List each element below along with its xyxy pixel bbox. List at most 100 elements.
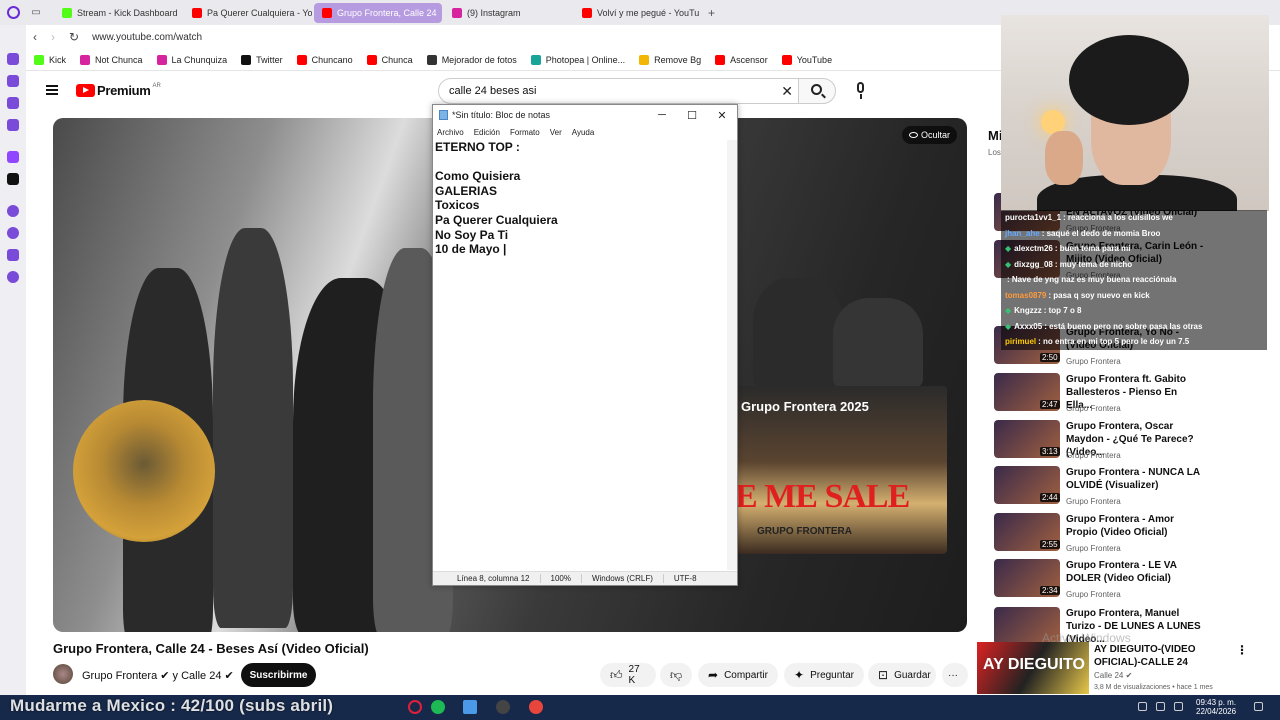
- bookmark-item[interactable]: Chunca: [366, 54, 413, 65]
- ask-button[interactable]: ✦ Preguntar: [784, 663, 864, 687]
- new-tab-button[interactable]: +: [708, 6, 715, 20]
- bookmark-item[interactable]: Remove Bg: [639, 54, 701, 65]
- clear-search-icon[interactable]: ✕: [781, 83, 793, 100]
- video-duration: 2:34: [1040, 586, 1060, 595]
- video-channel[interactable]: Grupo Frontera: [1066, 357, 1121, 366]
- recommended-video[interactable]: 2:44 Grupo Frontera - NUNCA LA OLVIDÉ (Vi…: [994, 466, 1244, 510]
- recommended-video[interactable]: 3:13 Grupo Frontera, Oscar Maydon - ¿Qué …: [994, 420, 1244, 464]
- notepad-menu-item[interactable]: Formato: [510, 128, 540, 137]
- opera-taskbar-icon[interactable]: [408, 700, 422, 714]
- notepad-menu-item[interactable]: Ver: [550, 128, 562, 137]
- mini-video-thumbnail[interactable]: AY DIEGUITO: [977, 642, 1089, 694]
- video-channel[interactable]: Grupo Frontera: [1066, 404, 1121, 413]
- notepad-menu-item[interactable]: Edición: [474, 128, 500, 137]
- sidebar-messenger-icon[interactable]: [7, 119, 19, 131]
- browser-tab[interactable]: Volví y me pegué - YouTu: [574, 3, 702, 23]
- notepad-window[interactable]: *Sin título: Bloc de notas ─ ☐ ✕ Archivo…: [432, 104, 738, 586]
- search-input[interactable]: calle 24 beses asi ✕: [438, 78, 800, 104]
- save-button[interactable]: ⊡ Guardar: [868, 663, 936, 687]
- browser-tab[interactable]: (9) Instagram: [444, 3, 572, 23]
- maximize-button[interactable]: ☐: [677, 105, 707, 125]
- end-screen-card[interactable]: Grupo Frontera 2025 E ME SALE GRUPO FRON…: [735, 386, 947, 554]
- bookmark-item[interactable]: Twitter: [241, 54, 283, 65]
- mix-subheading: Los: [988, 148, 1001, 157]
- reload-icon[interactable]: ↻: [69, 30, 79, 44]
- sidebar-twitch-icon[interactable]: [7, 151, 19, 163]
- browser-tab[interactable]: Grupo Frontera, Calle 24: [314, 2, 442, 23]
- channel-avatar[interactable]: [53, 664, 73, 684]
- close-button[interactable]: ✕: [707, 105, 737, 125]
- bookmark-item[interactable]: YouTube: [781, 54, 832, 65]
- video-title[interactable]: Grupo Frontera - NUNCA LA OLVIDÉ (Visual…: [1066, 466, 1206, 492]
- minimize-button[interactable]: ─: [647, 105, 677, 125]
- bookmark-item[interactable]: Not Chunca: [80, 54, 143, 65]
- sidebar-workspace-icon[interactable]: [7, 97, 19, 109]
- menu-icon[interactable]: [46, 85, 58, 95]
- video-channel[interactable]: Grupo Frontera: [1066, 451, 1121, 460]
- notepad-scrollbar[interactable]: [727, 140, 737, 570]
- notifications-icon[interactable]: [1254, 702, 1263, 711]
- sidebar-downloads-icon[interactable]: [7, 249, 19, 261]
- forward-icon[interactable]: ›: [51, 30, 55, 44]
- voice-search-icon[interactable]: [852, 82, 870, 100]
- video-thumbnail[interactable]: 2:47: [994, 373, 1060, 411]
- video-thumbnail[interactable]: 2:55: [994, 513, 1060, 551]
- sidebar-x-icon[interactable]: [7, 173, 19, 185]
- sidebar-settings-icon[interactable]: [7, 271, 19, 283]
- recommended-video[interactable]: 2:55 Grupo Frontera - Amor Propio (Video …: [994, 513, 1244, 557]
- more-actions-button[interactable]: ···: [942, 663, 968, 687]
- hide-button[interactable]: Ocultar: [901, 126, 957, 144]
- recommended-video[interactable]: 2:47 Grupo Frontera ft. Gabito Ballestero…: [994, 373, 1244, 417]
- browser-tab[interactable]: Pa Querer Cualquiera - Yo: [184, 3, 312, 23]
- bookmark-item[interactable]: Ascensor: [715, 54, 768, 65]
- notepad-text-area[interactable]: ETERNO TOP : Como Quisiera GALERIAS Toxicos…: [435, 140, 725, 570]
- recommended-video[interactable]: 2:34 Grupo Frontera - LE VA DOLER (Video …: [994, 559, 1244, 603]
- video-title[interactable]: Grupo Frontera - Amor Propio (Video Ofic…: [1066, 513, 1206, 539]
- chrome-taskbar-icon[interactable]: [529, 700, 543, 714]
- more-options-icon[interactable]: ⋮: [1236, 643, 1248, 657]
- youtube-logo[interactable]: Premium AR: [76, 83, 161, 98]
- obs-taskbar-icon[interactable]: [496, 700, 510, 714]
- video-thumbnail[interactable]: 2:44: [994, 466, 1060, 504]
- bookmark-item[interactable]: Mejorador de fotos: [426, 54, 517, 65]
- spotify-taskbar-icon[interactable]: [431, 700, 445, 714]
- bookmark-item[interactable]: Kick: [34, 54, 66, 65]
- video-thumbnail[interactable]: 2:34: [994, 559, 1060, 597]
- tray-volume-icon[interactable]: [1174, 702, 1183, 711]
- subscribe-button[interactable]: Suscribirme: [241, 663, 316, 687]
- notepad-menu-item[interactable]: Archivo: [437, 128, 464, 137]
- channel-name[interactable]: Grupo Frontera ✔ y Calle 24 ✔: [82, 669, 234, 682]
- system-clock[interactable]: 09:43 p. m. 22/04/2026: [1196, 698, 1236, 716]
- video-channel[interactable]: Grupo Frontera: [1066, 590, 1121, 599]
- url-field[interactable]: www.youtube.com/watch: [92, 32, 202, 43]
- like-button[interactable]: 👍︎ 27 K: [600, 663, 656, 687]
- share-icon: ➦: [708, 668, 719, 682]
- sidebar-player-icon[interactable]: [7, 205, 19, 217]
- end-card-headline: E ME SALE: [735, 478, 910, 515]
- sidebar-tools-icon[interactable]: [7, 75, 19, 87]
- browser-tab[interactable]: Stream - Kick Dashboard: [54, 3, 182, 23]
- sidebar-aria-icon[interactable]: [7, 53, 19, 65]
- bookmark-label: Chuncano: [311, 54, 353, 65]
- bookmark-item[interactable]: Chuncano: [296, 54, 353, 65]
- share-button[interactable]: ➦ Compartir: [698, 663, 778, 687]
- sidebar-history-icon[interactable]: [7, 227, 19, 239]
- dislike-button[interactable]: 👎︎: [660, 663, 692, 687]
- video-channel[interactable]: Grupo Frontera: [1066, 497, 1121, 506]
- back-icon[interactable]: ‹: [33, 30, 37, 44]
- search-button[interactable]: [798, 78, 836, 104]
- mini-video-channel[interactable]: Calle 24 ✔: [1094, 671, 1132, 680]
- opera-logo-icon[interactable]: [0, 0, 26, 25]
- tab-overview-icon[interactable]: ▭: [26, 7, 46, 18]
- tray-chevron-icon[interactable]: [1138, 702, 1147, 711]
- tray-network-icon[interactable]: [1156, 702, 1165, 711]
- mini-video-title[interactable]: AY DIEGUITO-(VIDEO OFICIAL)-CALLE 24: [1094, 643, 1234, 669]
- notepad-menu-item[interactable]: Ayuda: [572, 128, 595, 137]
- video-channel[interactable]: Grupo Frontera: [1066, 544, 1121, 553]
- app-taskbar-icon[interactable]: [463, 700, 477, 714]
- bookmark-item[interactable]: Photopea | Online...: [530, 54, 625, 65]
- bookmark-favicon-icon: [639, 54, 650, 65]
- video-title[interactable]: Grupo Frontera - LE VA DOLER (Video Ofic…: [1066, 559, 1206, 585]
- video-thumbnail[interactable]: 3:13: [994, 420, 1060, 458]
- bookmark-item[interactable]: La Chunquiza: [156, 54, 227, 65]
